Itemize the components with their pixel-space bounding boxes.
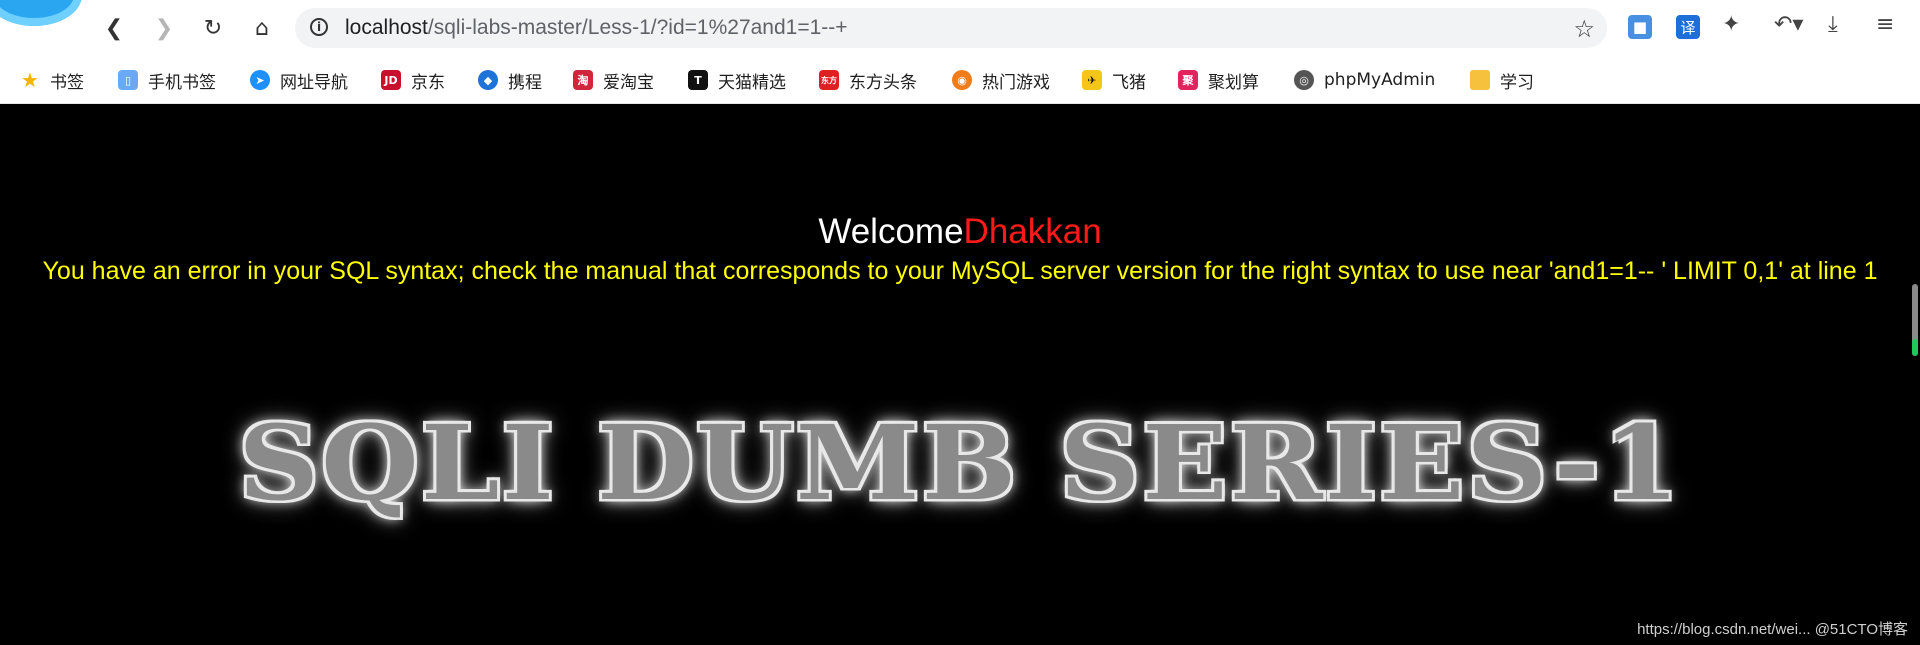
browser-toolbar: ❮ ❯ ↻ ⌂ i localhost/sqli-labs-master/Les…: [0, 0, 1920, 57]
phone-icon: ▯: [118, 70, 138, 90]
star-icon[interactable]: ☆: [1573, 15, 1595, 43]
game-icon: ◉: [952, 70, 972, 90]
jd-icon: JD: [381, 70, 401, 90]
banner-title: SQLI DUMB SERIES-1: [238, 403, 1682, 524]
bookmark-item[interactable]: 学习: [1470, 57, 1534, 103]
bookmark-item[interactable]: ◎ phpMyAdmin: [1294, 57, 1435, 103]
sql-error-message: You have an error in your SQL syntax; ch…: [42, 257, 1878, 285]
extension-icon[interactable]: ✦: [1722, 12, 1740, 37]
info-icon[interactable]: i: [310, 18, 328, 36]
juhuasuan-icon: 聚: [1178, 70, 1198, 90]
bookmark-item[interactable]: ◆ 携程: [478, 57, 542, 103]
bookmark-item[interactable]: ★ 书签: [20, 57, 84, 103]
bookmark-item[interactable]: T 天猫精选: [688, 57, 786, 103]
url-text[interactable]: localhost/sqli-labs-master/Less-1/?id=1%…: [345, 8, 848, 48]
bookmark-label: phpMyAdmin: [1324, 70, 1436, 90]
bookmarks-bar: ★ 书签 ▯ 手机书签 ➤ 网址导航 JD 京东 ◆ 携程 淘爱淘宝 T 天猫精选 东方 东方…: [0, 57, 1920, 104]
bookmark-label: 书签: [50, 72, 84, 93]
bookmark-label: 飞猪: [1112, 72, 1146, 93]
url-path: /sqli-labs-master/Less-1/?id=1%27and1=1-…: [427, 16, 848, 39]
scrollbar-indicator: [1912, 339, 1918, 356]
bookmark-label: 天猫精选: [718, 72, 786, 93]
address-bar[interactable]: i localhost/sqli-labs-master/Less-1/?id=…: [295, 8, 1607, 48]
bookmark-item[interactable]: JD 京东: [381, 57, 445, 103]
bookmark-label: 京东: [411, 72, 445, 93]
phpmyadmin-icon: ◎: [1294, 70, 1314, 90]
nav-icon: ➤: [250, 70, 270, 90]
welcome-text: Welcome: [818, 212, 964, 251]
download-icon[interactable]: ⤓: [1828, 12, 1838, 37]
bookmark-label: 爱淘宝: [603, 72, 654, 93]
welcome-heading: WelcomeDhakkan: [0, 212, 1920, 252]
bookmark-item[interactable]: 淘爱淘宝: [573, 57, 654, 103]
bookmark-item[interactable]: ➤ 网址导航: [250, 57, 348, 103]
bookmark-label: 东方头条: [849, 72, 917, 93]
forward-icon[interactable]: ❯: [148, 12, 180, 44]
fliggy-icon: ✈: [1082, 70, 1102, 90]
page-content: WelcomeDhakkan You have an error in your…: [0, 104, 1920, 645]
bookmark-label: 热门游戏: [982, 72, 1050, 93]
tmall-icon: T: [688, 70, 708, 90]
reload-icon[interactable]: ↻: [197, 12, 229, 44]
translate-label: 译: [1680, 18, 1696, 37]
dftt-icon: 东方: [819, 70, 839, 90]
bookmark-label: 携程: [508, 72, 542, 93]
url-host: localhost: [345, 16, 428, 39]
bookmark-item[interactable]: ◉ 热门游戏: [952, 57, 1050, 103]
welcome-name: Dhakkan: [963, 212, 1102, 251]
bookmark-item[interactable]: 东方 东方头条: [819, 57, 917, 103]
taobao-icon: 淘: [573, 70, 593, 90]
bookmark-label: 学习: [1500, 72, 1534, 93]
menu-icon[interactable]: ≡: [1876, 12, 1894, 37]
bookmark-item[interactable]: 聚聚划算: [1178, 57, 1259, 103]
bookmark-item[interactable]: ✈ 飞猪: [1082, 57, 1146, 103]
watermark: https://blog.csdn.net/wei... @51CTO博客: [1637, 621, 1908, 638]
browser-logo-icon: [0, 0, 82, 26]
bookmark-label: 聚划算: [1208, 72, 1259, 93]
extension-badge-icon[interactable]: ■: [1628, 15, 1652, 39]
back-icon[interactable]: ❮: [98, 12, 130, 44]
undo-icon[interactable]: ↶▾: [1774, 12, 1803, 37]
banner: SQLI DUMB SERIES-1: [0, 404, 1920, 524]
folder-icon: [1470, 70, 1490, 90]
ctrip-icon: ◆: [478, 70, 498, 90]
bookmark-item[interactable]: ▯ 手机书签: [118, 57, 216, 103]
translate-icon[interactable]: 译: [1676, 15, 1700, 39]
bookmark-label: 网址导航: [280, 72, 348, 93]
home-icon[interactable]: ⌂: [246, 12, 278, 44]
star-icon: ★: [21, 68, 39, 92]
bookmark-label: 手机书签: [148, 72, 216, 93]
